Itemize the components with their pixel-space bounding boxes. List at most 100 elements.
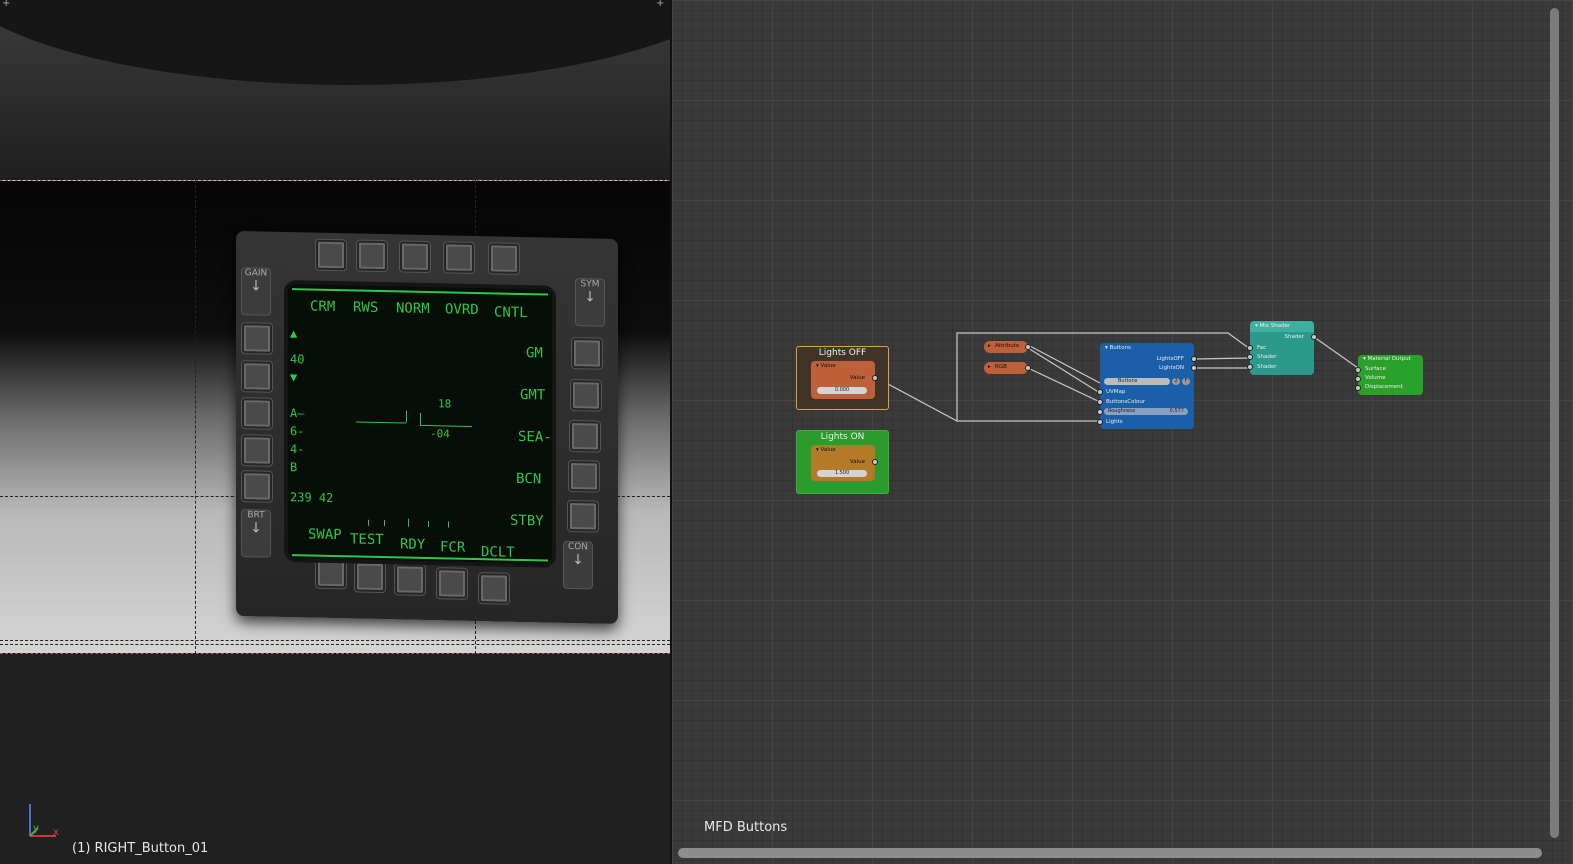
input-socket[interactable] [1097, 419, 1103, 425]
mfd-osb-button [572, 338, 602, 369]
active-object-label: (1) RIGHT_Button_01 [72, 841, 209, 856]
osb-label-bottom: SWAP [308, 526, 342, 544]
attribute-node[interactable]: ▸ Attribute [984, 341, 1031, 353]
mfd-osb-button [568, 500, 598, 532]
rgb-node[interactable]: ▸ RGB [984, 362, 1031, 374]
mfd-osb-button [355, 561, 385, 593]
axis-label-x: x [53, 827, 59, 838]
scale-value: A— [290, 406, 305, 421]
center-readout: -04 [430, 427, 450, 441]
frame-lights-on[interactable]: Lights ON ▾ Value Value 1.500 [796, 430, 889, 494]
input-socket[interactable] [1097, 389, 1103, 395]
output-socket[interactable] [1311, 334, 1317, 340]
rocker-label: SYM [580, 279, 600, 290]
node-title: Value [820, 363, 836, 369]
mfd-model[interactable]: GAIN ↓ SYM ↓ BRT ↓ CON ↓ CRM RWS NORM OVRD C… [236, 230, 618, 625]
area-corner-icon[interactable]: + [2, 0, 10, 9]
node-editor[interactable]: Lights OFF ▾ Value Value 0.000 Lights ON… [672, 0, 1573, 864]
rocker-label: GAIN [244, 268, 268, 279]
thirds-guide [195, 180, 196, 654]
tick-mark [428, 521, 429, 528]
brt-rocker: BRT ↓ [241, 509, 271, 558]
mfd-osb-button [569, 460, 599, 492]
vertical-scrollbar[interactable] [1550, 8, 1559, 838]
viewport-floor [0, 654, 670, 864]
output-socket[interactable] [1025, 365, 1031, 371]
value-node-on[interactable]: ▾ Value Value 1.500 [811, 445, 878, 481]
output-socket[interactable] [1191, 356, 1197, 362]
value-node-off[interactable]: ▾ Value Value 0.000 [811, 361, 878, 399]
collapse-arrow-icon[interactable]: ▸ [988, 364, 991, 370]
frame-lights-off[interactable]: Lights OFF ▾ Value Value 0.000 [796, 346, 889, 410]
node-header[interactable]: ▾ Value [811, 361, 875, 372]
mfd-osb-button [479, 573, 509, 604]
link-wire [874, 376, 1102, 422]
area-corner-icon[interactable]: + [656, 0, 664, 9]
rocker-label: BRT [247, 510, 265, 521]
mfd-osb-button [242, 398, 272, 429]
output-socket[interactable] [872, 375, 878, 381]
node-header[interactable]: ▾ Value [811, 445, 875, 456]
output-socket[interactable] [1025, 344, 1031, 350]
socket-label: Displacement [1365, 384, 1403, 390]
node-title: Mix Shader [1259, 323, 1291, 329]
screen-top-rule [292, 288, 548, 296]
socket-label: LightsOFF [1156, 356, 1184, 362]
socket-label: Shader [1257, 354, 1277, 360]
link-wire [1027, 347, 1101, 394]
horizon-line [420, 412, 421, 425]
node-title: Material Output [1367, 356, 1411, 362]
tick-mark [408, 518, 409, 527]
value-field[interactable]: 0.000 [817, 387, 867, 394]
socket-label: Value [849, 459, 865, 465]
input-socket[interactable] [1355, 367, 1361, 373]
collapse-arrow-icon[interactable]: ▸ [988, 343, 991, 349]
input-socket[interactable] [1247, 354, 1253, 360]
mfd-osb-button [242, 323, 272, 354]
rocker-label: CON [567, 541, 589, 553]
link-wire [1313, 336, 1359, 369]
osb-label-right: BCN [516, 470, 542, 488]
horizon-line [356, 421, 406, 424]
user-count[interactable]: 2 [1172, 378, 1180, 385]
node-title: RGB [995, 364, 1007, 370]
input-socket[interactable] [1355, 376, 1361, 382]
link-wire [1027, 344, 1101, 384]
input-socket[interactable] [1247, 345, 1253, 351]
horizontal-scrollbar[interactable] [678, 848, 1542, 858]
input-socket[interactable] [1097, 399, 1103, 405]
node-title: Buttons [1109, 345, 1131, 351]
osb-label-right: SEA- [518, 428, 552, 446]
osb-label-bottom: RDY [400, 536, 426, 553]
group-datablock[interactable]: Buttons [1104, 378, 1170, 385]
node-tree-name: MFD Buttons [704, 820, 788, 835]
node-header[interactable]: ▾ Material Output [1358, 355, 1423, 364]
input-socket[interactable] [1247, 364, 1253, 370]
socket-label: Volume [1365, 375, 1386, 381]
output-socket[interactable] [1191, 365, 1197, 371]
axis-label-y: y [33, 823, 39, 834]
mfd-osb-button [242, 471, 272, 502]
tick-mark [448, 521, 449, 528]
osb-label-right: GMT [520, 386, 546, 404]
3d-viewport[interactable]: + + GAIN ↓ SYM ↓ BRT ↓ CON ↓ CRM RWS NOR… [0, 0, 670, 864]
input-socket[interactable] [1097, 409, 1103, 415]
osb-label-top: CNTL [494, 304, 528, 322]
material-output-node[interactable]: ▾ Material Output Surface Volume Displac… [1355, 355, 1423, 395]
osb-label-top: CRM [310, 298, 336, 316]
fake-user-icon[interactable]: F [1182, 378, 1190, 385]
osb-label-right: STBY [510, 512, 544, 530]
mfd-screen: CRM RWS NORM OVRD CNTL GM GMT SEA- BCN S… [284, 280, 556, 568]
mix-shader-node[interactable]: ▾ Mix Shader Shader Fac Shader Shader [1247, 321, 1317, 375]
buttons-group-node[interactable]: ▾ Buttons LightsOFF LightsON Buttons 2 F… [1097, 343, 1197, 429]
osb-label-bottom: FCR [440, 539, 466, 556]
gain-rocker: GAIN ↓ [241, 267, 271, 316]
roughness-value: 0.577 [1169, 408, 1184, 414]
output-socket[interactable] [872, 459, 878, 465]
roughness-slider[interactable]: Roughness 0.577 [1104, 408, 1188, 415]
node-header[interactable]: ▾ Mix Shader [1250, 321, 1314, 332]
node-header[interactable]: ▾ Buttons [1100, 343, 1194, 354]
mfd-osb-button [400, 241, 430, 273]
input-socket[interactable] [1355, 385, 1361, 391]
value-field[interactable]: 1.500 [817, 470, 867, 477]
